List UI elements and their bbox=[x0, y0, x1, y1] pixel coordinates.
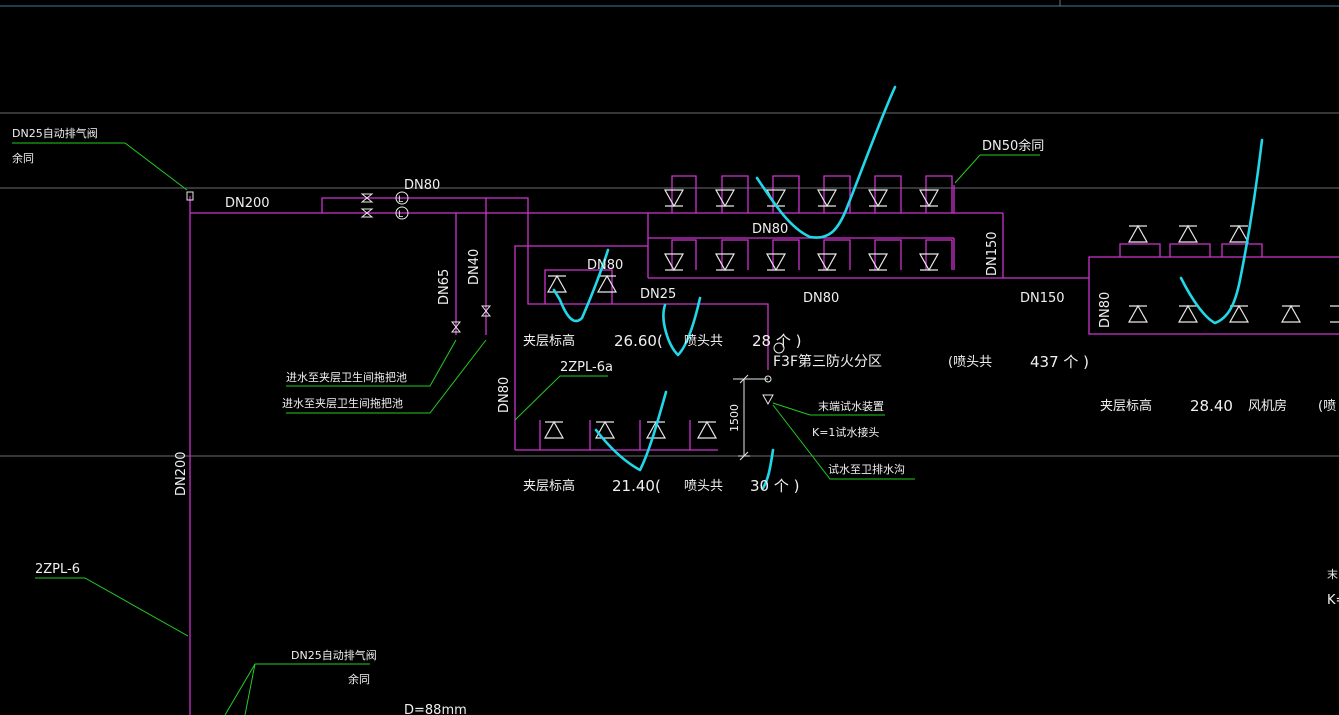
dn80-branch-label: DN80 bbox=[803, 291, 839, 306]
mezz-2-value: 21.40( bbox=[612, 477, 661, 495]
mezz-3-paren: (喷 bbox=[1318, 399, 1336, 414]
pipe-network bbox=[189, 175, 1339, 715]
cad-drawing-canvas[interactable]: L L DN25自动排气阀 余同 DN200 DN200 DN80 DN65 D… bbox=[0, 0, 1339, 715]
air-valve-label-top: DN25自动排气阀 bbox=[12, 126, 98, 140]
same-label-top: 余同 bbox=[12, 151, 34, 165]
mezz-2-count: 30 个 ) bbox=[750, 477, 799, 495]
dn80-riser-label: DN80 bbox=[497, 377, 512, 413]
zone-sprinkler: (喷头共 bbox=[948, 355, 992, 370]
mezz-1-count: 28 个 ) bbox=[752, 332, 801, 350]
dimension-1500-label: 1500 bbox=[728, 404, 741, 432]
drain-to-label: 试水至卫排水沟 bbox=[828, 462, 905, 476]
dn150-vertical-label: DN150 bbox=[985, 231, 1000, 276]
reference-grid bbox=[0, 0, 1339, 457]
test-device-label: 末端试水装置 bbox=[818, 399, 884, 413]
mezz-3-room: 风机房 bbox=[1248, 398, 1287, 414]
svg-text:L: L bbox=[398, 195, 403, 205]
dn80-mid-label: DN80 bbox=[752, 222, 788, 237]
dn80-small-label: DN80 bbox=[587, 258, 623, 273]
same-label-bottom: 余同 bbox=[348, 672, 370, 686]
mezz-1-sprinkler: 喷头共 bbox=[684, 334, 723, 349]
edge-label-2: K= bbox=[1327, 593, 1339, 608]
dn65-label: DN65 bbox=[437, 269, 452, 305]
dn150-horizontal-label: DN150 bbox=[1020, 291, 1065, 306]
dn25-label: DN25 bbox=[640, 287, 676, 302]
air-valve-label-bottom: DN25自动排气阀 bbox=[291, 648, 377, 662]
zone-label: F3F第三防火分区 bbox=[773, 353, 882, 370]
dn80-top-label: DN80 bbox=[404, 178, 440, 193]
water-to-label-1: 进水至夹层卫生间拖把池 bbox=[286, 370, 407, 384]
svg-text:L: L bbox=[398, 210, 403, 220]
mezz-1-label: 夹层标高 bbox=[523, 333, 575, 349]
mezz-1-value: 26.60( bbox=[614, 332, 663, 350]
water-to-label-2: 进水至夹层卫生间拖把池 bbox=[282, 396, 403, 410]
dn200-vertical-label: DN200 bbox=[174, 451, 189, 496]
zone-count: 437 个 ) bbox=[1030, 353, 1089, 371]
dn50-same-label: DN50余同 bbox=[982, 138, 1044, 154]
edge-label-1: 末 bbox=[1327, 567, 1338, 581]
mezz-2-sprinkler: 喷头共 bbox=[684, 479, 723, 494]
dn40-label: DN40 bbox=[467, 249, 482, 285]
mezz-3-value: 28.40 bbox=[1190, 397, 1233, 415]
dn200-horizontal-label: DN200 bbox=[225, 196, 270, 211]
mezz-2-label: 夹层标高 bbox=[523, 478, 575, 494]
leader-lines bbox=[12, 142, 1040, 715]
k-value-label: K=1试水接头 bbox=[812, 426, 879, 439]
riser-id-2: 2ZPL-6 bbox=[35, 562, 80, 577]
dn80-right-label: DN80 bbox=[1098, 292, 1113, 328]
mezz-3-label: 夹层标高 bbox=[1100, 398, 1152, 414]
labels: DN25自动排气阀 余同 DN200 DN200 DN80 DN65 DN40 … bbox=[12, 126, 1339, 715]
diameter-label: D=88mm bbox=[404, 703, 467, 715]
riser-id-1: 2ZPL-6a bbox=[560, 360, 613, 375]
